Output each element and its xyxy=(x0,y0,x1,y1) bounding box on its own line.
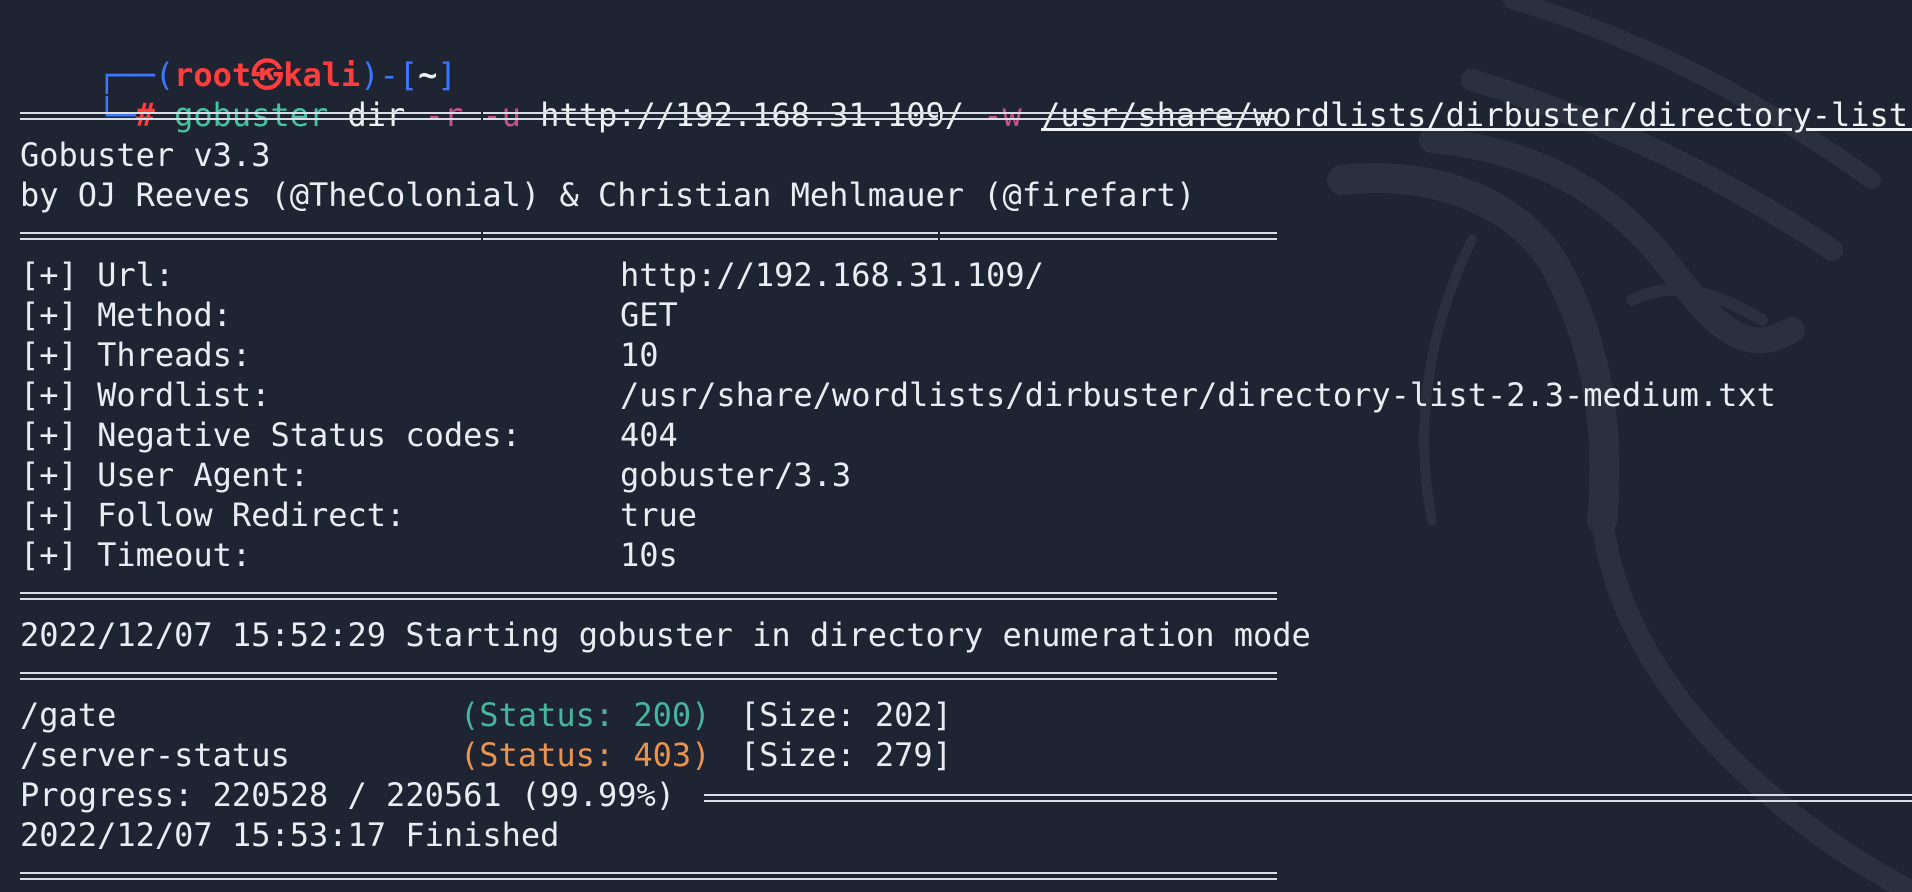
config-value: true xyxy=(620,496,698,534)
result-row: /gate (Status: 200) [Size: 202] xyxy=(20,695,952,735)
config-value: 10s xyxy=(620,536,678,574)
finish-message: 2022/12/07 15:53:17 Finished xyxy=(20,816,560,854)
config-value: GET xyxy=(620,296,678,334)
config-row: [+] Follow Redirect: true xyxy=(20,495,697,535)
config-value: /usr/share/wordlists/dirbuster/directory… xyxy=(620,376,1776,414)
banner-version: Gobuster v3.3 xyxy=(20,136,271,174)
separator xyxy=(20,672,1277,680)
config-row: [+] Wordlist: /usr/share/wordlists/dirbus… xyxy=(20,375,1776,415)
result-status: (Status: 200) xyxy=(460,696,711,734)
config-key: [+] User Agent: xyxy=(20,456,309,494)
config-key: [+] Timeout: xyxy=(20,536,252,574)
progress-bar xyxy=(704,794,1912,802)
config-key: [+] Wordlist: xyxy=(20,376,271,414)
config-value: gobuster/3.3 xyxy=(620,456,852,494)
result-size: [Size: 279] xyxy=(740,736,952,774)
result-path: /server-status xyxy=(20,736,290,774)
separator xyxy=(20,592,1277,600)
config-key: [+] Method: xyxy=(20,296,232,334)
progress-text: Progress: 220528 / 220561 (99.99%) xyxy=(20,776,676,814)
result-path: /gate xyxy=(20,696,117,734)
separator xyxy=(20,872,1277,880)
config-value: 10 xyxy=(620,336,659,374)
command-line[interactable]: └─# gobuster dir -r -u http://192.168.31… xyxy=(20,55,1912,134)
config-row: [+] Threads: 10 xyxy=(20,335,659,375)
separator xyxy=(20,232,1277,240)
config-value: http://192.168.31.109/ xyxy=(620,256,1044,294)
config-key: [+] Threads: xyxy=(20,336,252,374)
config-row: [+] Negative Status codes: 404 xyxy=(20,415,678,455)
result-row: /server-status (Status: 403) [Size: 279] xyxy=(20,735,952,775)
config-value: 404 xyxy=(620,416,678,454)
result-size: [Size: 202] xyxy=(740,696,952,734)
config-key: [+] Negative Status codes: xyxy=(20,416,521,454)
config-row: [+] Timeout: 10s xyxy=(20,535,678,575)
terminal-window[interactable]: ┌──(root㉿kali)-[~] └─# gobuster dir -r -… xyxy=(0,0,1912,892)
separator xyxy=(20,112,1277,120)
banner-authors: by OJ Reeves (@TheColonial) & Christian … xyxy=(20,176,1196,214)
config-row: [+] User Agent: gobuster/3.3 xyxy=(20,455,851,495)
config-row: [+] Method: GET xyxy=(20,295,678,335)
config-row: [+] Url: http://192.168.31.109/ xyxy=(20,255,1044,295)
result-status: (Status: 403) xyxy=(460,736,711,774)
config-key: [+] Url: xyxy=(20,256,175,294)
start-message: 2022/12/07 15:52:29 Starting gobuster in… xyxy=(20,616,1311,654)
prompt-line: ┌──(root㉿kali)-[~] xyxy=(20,15,457,94)
config-key: [+] Follow Redirect: xyxy=(20,496,406,534)
